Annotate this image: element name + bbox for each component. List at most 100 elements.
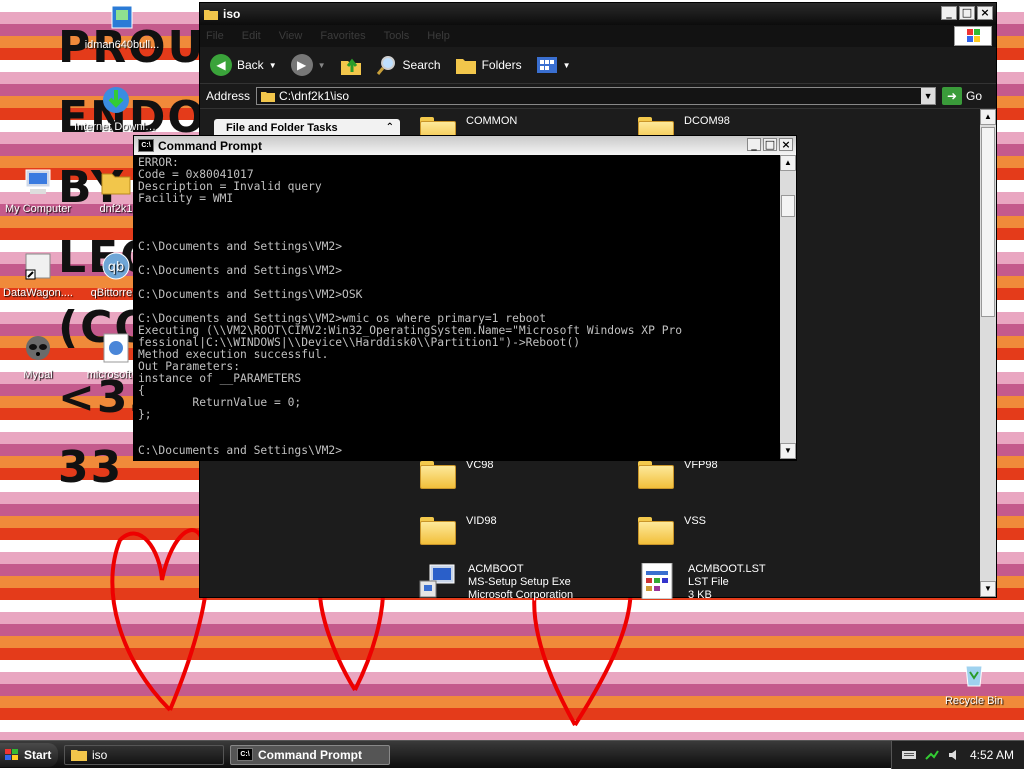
volume-icon[interactable] — [948, 748, 962, 762]
file-item[interactable]: ACMBOOT.LST LST File 3 KB — [638, 563, 766, 602]
scroll-up-button[interactable]: ▲ — [780, 155, 796, 171]
file-company: Microsoft Corporation — [468, 589, 574, 601]
minimize-button[interactable]: _ — [747, 138, 761, 151]
cmd-icon: C:\ — [237, 748, 253, 761]
folders-button[interactable]: Folders — [451, 53, 526, 77]
cmd-titlebar[interactable]: C:\ Command Prompt _ □ × — [134, 136, 796, 155]
folder-icon — [420, 459, 456, 489]
desktop-icon-recycle-bin[interactable]: Recycle Bin — [932, 658, 1016, 707]
dropdown-arrow-icon: ▼ — [317, 60, 326, 70]
desktop-icon-label: Internet Download... — [74, 121, 158, 133]
menu-tools[interactable]: Tools — [384, 30, 410, 42]
raccoon-icon — [26, 336, 50, 360]
recycle-bin-icon — [965, 665, 983, 687]
folder-name: COMMON — [466, 115, 518, 127]
folder-item[interactable]: VFP98 — [638, 459, 718, 489]
desktop-icon-label: idman640bull... — [84, 39, 160, 51]
taskbar-item-iso[interactable]: iso — [64, 744, 224, 765]
file-type: LST File — [688, 576, 729, 588]
search-icon — [376, 56, 395, 75]
window-title: iso — [223, 7, 241, 21]
folder-item[interactable]: VSS — [638, 515, 706, 545]
address-bar: Address C:\dnf2k1\iso ▼ ➜ Go — [200, 84, 996, 109]
views-button[interactable]: ▼ — [532, 54, 575, 76]
taskbar: Start iso C:\ Command Prompt 4:52 AM — [0, 740, 1024, 769]
wallpaper-text: 33 — [58, 442, 124, 493]
clock[interactable]: 4:52 AM — [970, 748, 1014, 762]
desktop-icon-my-computer[interactable]: My Computer — [0, 166, 80, 215]
taskbar-item-label: iso — [92, 747, 108, 762]
address-value: C:\dnf2k1\iso — [279, 89, 350, 103]
menu-help[interactable]: Help — [427, 30, 450, 42]
taskbar-item-command-prompt[interactable]: C:\ Command Prompt — [230, 744, 390, 765]
minimize-button[interactable]: _ — [941, 6, 957, 20]
folder-icon — [638, 459, 674, 489]
file-item[interactable]: ACMBOOT MS-Setup Setup Exe Microsoft Cor… — [418, 563, 573, 602]
scroll-thumb[interactable] — [781, 195, 795, 217]
folder-item[interactable]: VID98 — [420, 515, 497, 545]
close-button[interactable]: × — [977, 6, 993, 20]
search-button[interactable]: Search — [372, 52, 445, 78]
forward-arrow-icon: ▶ — [290, 54, 313, 76]
maximize-button[interactable]: □ — [763, 138, 777, 151]
folder-icon — [71, 750, 87, 761]
file-name: ACMBOOT.LST — [688, 563, 766, 575]
taskbar-item-label: Command Prompt — [258, 747, 363, 762]
windows-logo-icon — [954, 26, 992, 46]
up-folder-icon — [340, 58, 361, 75]
up-folder-button[interactable] — [336, 52, 366, 78]
folder-icon — [204, 10, 218, 20]
qbittorrent-icon: qb — [102, 252, 130, 280]
explorer-titlebar[interactable]: iso _ □ × — [200, 3, 996, 25]
cmd-icon: C:\ — [138, 139, 154, 152]
menu-view[interactable]: View — [279, 30, 303, 42]
go-arrow-icon: ➜ — [942, 87, 963, 105]
network-icon[interactable] — [924, 747, 940, 763]
cmd-scrollbar[interactable]: ▲ ▼ — [780, 155, 796, 459]
start-button[interactable]: Start — [0, 742, 58, 767]
desktop-icon-label: My Computer — [4, 203, 72, 215]
setup-program-icon — [419, 564, 455, 598]
desktop-icon-label: Recycle Bin — [944, 695, 1004, 707]
desktop-icon-label: Mypal — [23, 369, 53, 381]
folder-item[interactable]: VC98 — [420, 459, 494, 489]
go-button[interactable]: ➜ Go — [942, 87, 982, 105]
keyboard-icon[interactable] — [901, 750, 916, 760]
desktop-icon-datawagon[interactable]: DataWagon.... — [0, 250, 80, 299]
dropdown-arrow-icon: ▼ — [562, 60, 571, 70]
scroll-thumb[interactable] — [981, 127, 995, 317]
svg-text:qb: qb — [108, 260, 125, 275]
desktop-icon-mypal[interactable]: Mypal — [0, 332, 80, 381]
internet-download-icon — [103, 87, 129, 113]
address-input[interactable]: C:\dnf2k1\iso ▼ — [256, 87, 937, 105]
explorer-scrollbar[interactable]: ▲ ▼ — [980, 109, 996, 597]
menu-bar: File Edit View Favorites Tools Help — [200, 25, 996, 47]
scroll-down-button[interactable]: ▼ — [980, 581, 996, 597]
menu-file[interactable]: File — [206, 30, 224, 42]
text-file-icon — [641, 563, 673, 599]
command-prompt-window[interactable]: C:\ Command Prompt _ □ × ERROR: Code = 0… — [133, 135, 797, 461]
file-size: 3 KB — [688, 589, 712, 601]
menu-edit[interactable]: Edit — [242, 30, 261, 42]
desktop-icon-idman[interactable]: idman640bull... — [80, 2, 164, 51]
windows-logo-icon — [5, 748, 18, 760]
scroll-down-button[interactable]: ▼ — [780, 443, 796, 459]
back-button[interactable]: ◀ Back ▼ — [206, 52, 281, 78]
menu-favorites[interactable]: Favorites — [320, 30, 365, 42]
desktop-icon-internet-download[interactable]: Internet Download... — [74, 84, 158, 133]
scroll-up-button[interactable]: ▲ — [980, 109, 996, 125]
back-arrow-icon: ◀ — [210, 54, 232, 76]
forward-button[interactable]: ▶ ▼ — [287, 52, 330, 78]
go-label: Go — [966, 89, 983, 103]
maximize-button[interactable]: □ — [959, 6, 975, 20]
shortcut-icon — [25, 253, 51, 280]
folder-icon — [261, 92, 276, 102]
window-title: Command Prompt — [158, 138, 263, 153]
address-dropdown-button[interactable]: ▼ — [921, 88, 936, 104]
close-button[interactable]: × — [779, 138, 793, 151]
desktop-icon-label: DataWagon.... — [3, 287, 73, 299]
folder-icon — [420, 515, 456, 545]
file-name: ACMBOOT — [468, 563, 524, 575]
folder-name: VSS — [684, 515, 707, 527]
console-output[interactable]: ERROR: Code = 0x80041017 Description = I… — [138, 157, 776, 459]
